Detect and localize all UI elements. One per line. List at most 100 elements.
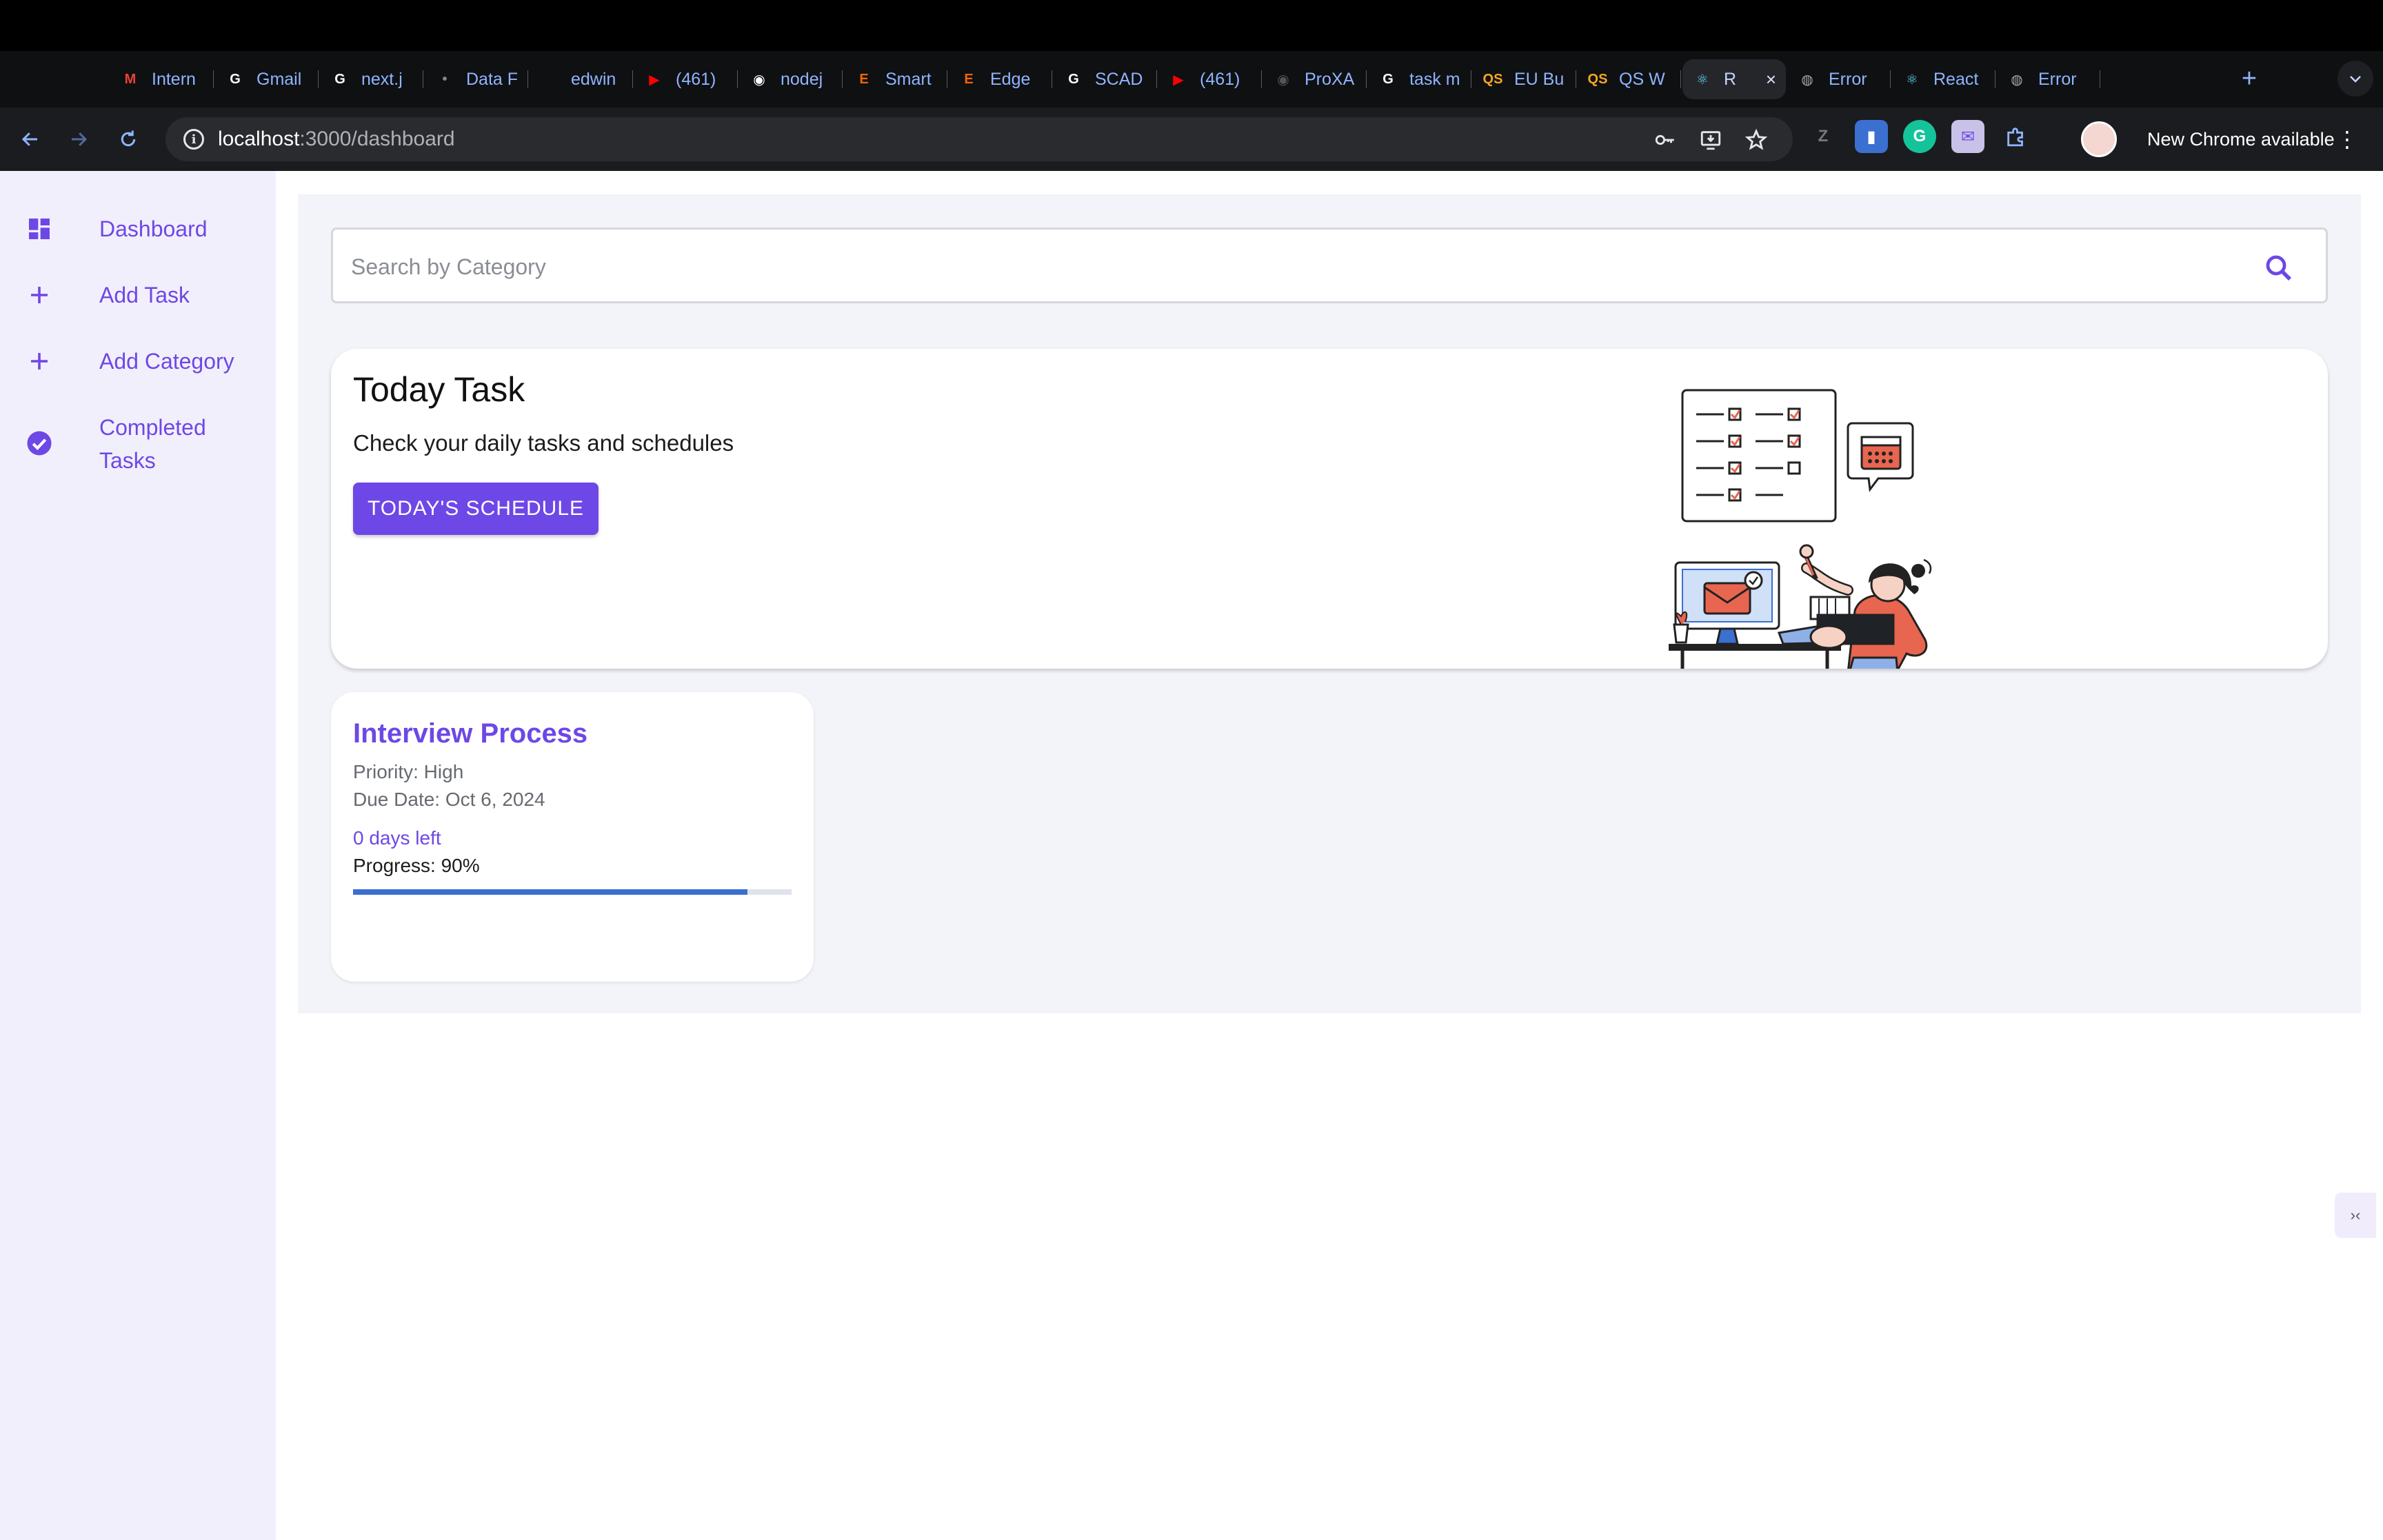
- task-days-left: 0 days left: [353, 827, 441, 849]
- close-icon[interactable]: ×: [1766, 69, 1776, 90]
- browser-tab[interactable]: G SCAD: [1054, 59, 1157, 99]
- zotero-extension-icon[interactable]: Z: [1807, 120, 1840, 153]
- browser-tab[interactable]: QS EU Bu: [1473, 59, 1576, 99]
- devtools-toggle-icon[interactable]: ›‹: [2335, 1193, 2376, 1238]
- grammarly-extension-icon[interactable]: G: [1903, 120, 1936, 153]
- forward-button[interactable]: [61, 121, 97, 157]
- browser-tab-label: Gmail: [257, 69, 302, 89]
- search-icon[interactable]: [2262, 252, 2295, 285]
- update-label: New Chrome available: [2147, 128, 2335, 150]
- sidebar: Dashboard Add Task Add Category Complete…: [0, 171, 276, 1540]
- password-key-icon[interactable]: [1649, 124, 1681, 156]
- new-tab-button[interactable]: +: [2231, 61, 2267, 97]
- browser-tab[interactable]: Gtask m: [1368, 59, 1471, 99]
- task-priority: Priority: High: [353, 761, 464, 782]
- tab-separator: [632, 70, 633, 88]
- qs-icon: QS: [1482, 71, 1503, 87]
- back-button[interactable]: [12, 121, 48, 157]
- browser-tab[interactable]: ◉ nodej: [739, 59, 843, 99]
- browser-tab-label: Intern: [152, 69, 196, 89]
- tab-strip: M Intern G Gmail Gnext.j • Data F edwin ▶ (461) ◉ n…: [0, 51, 2383, 108]
- chrome-update-button[interactable]: New Chrome available ⋮: [2131, 117, 2372, 161]
- tab-search-button[interactable]: [2337, 61, 2373, 97]
- arrow-right-icon: [72, 132, 88, 146]
- url-path: :3000/dashboard: [299, 128, 455, 150]
- tab-separator: [842, 70, 843, 88]
- sidebar-item-label: Dashboard: [99, 216, 208, 241]
- browser-tab[interactable]: Gnext.j: [320, 59, 423, 99]
- github-icon: ◉: [1277, 72, 1289, 88]
- more-menu-icon[interactable]: ⋮: [2336, 126, 2358, 152]
- browser-tab[interactable]: ⚛ React: [1892, 59, 1995, 99]
- browser-tab[interactable]: ▶ (461): [634, 59, 738, 99]
- tab-separator: [318, 70, 319, 88]
- browser-tab[interactable]: G Gmail: [215, 59, 319, 99]
- extensions-row: Z ▮ G ✉: [1807, 120, 2033, 153]
- profile-avatar[interactable]: [2081, 121, 2117, 157]
- browser-tab-label: Smart: [885, 69, 932, 89]
- browser-tab[interactable]: E Smart: [844, 59, 947, 99]
- site-info-icon[interactable]: i: [183, 129, 204, 150]
- reader-extension-icon[interactable]: ▮: [1855, 120, 1888, 153]
- react-icon: ⚛: [1696, 72, 1709, 88]
- dashboard-icon: [25, 214, 54, 243]
- browser-tab-label: Edge: [990, 69, 1031, 89]
- browser-tab-label: task m: [1409, 69, 1460, 89]
- task-due-date: Due Date: Oct 6, 2024: [353, 789, 545, 810]
- install-app-icon[interactable]: [1695, 124, 1727, 156]
- puzzle-extensions-icon[interactable]: [2000, 120, 2033, 153]
- browser-tab[interactable]: ⚛ R ×: [1682, 59, 1786, 99]
- browser-tab[interactable]: ◍ Error: [1997, 59, 2100, 99]
- youtube-icon: ▶: [649, 72, 660, 88]
- search-input[interactable]: [350, 245, 2255, 289]
- window-title-bar: [0, 0, 2383, 51]
- address-bar[interactable]: i localhost:3000/dashboard: [165, 117, 1793, 161]
- browser-tab-label: nodej: [781, 69, 823, 89]
- browser-tab[interactable]: E Edge: [949, 59, 1052, 99]
- etsy-icon: E: [964, 71, 974, 87]
- tab-separator: [737, 70, 738, 88]
- sidebar-item-label: Completed Tasks: [99, 415, 206, 473]
- browser-tab[interactable]: • Data F: [425, 59, 528, 99]
- browser-tab[interactable]: M Intern: [110, 59, 214, 99]
- globe-icon: ◍: [2011, 72, 2023, 88]
- reload-icon: [121, 130, 136, 147]
- todays-schedule-button[interactable]: TODAY'S SCHEDULE: [353, 483, 599, 535]
- task-title[interactable]: Interview Process: [353, 718, 587, 749]
- bookmark-star-icon[interactable]: [1740, 124, 1772, 156]
- task-card[interactable]: Interview Process Priority: High Due Dat…: [331, 692, 814, 982]
- reload-button[interactable]: [110, 121, 146, 157]
- browser-tab-label: QS W: [1619, 69, 1665, 89]
- qs-icon: QS: [1587, 71, 1608, 87]
- tab-separator: [1890, 70, 1891, 88]
- mail-extension-icon[interactable]: ✉: [1951, 120, 1984, 153]
- card-subtitle: Check your daily tasks and schedules: [353, 430, 734, 456]
- url-host: localhost: [218, 128, 300, 150]
- tab-separator: [1261, 70, 1262, 88]
- search-box: [331, 227, 2328, 303]
- browser-tab[interactable]: ◉ ProXA: [1263, 59, 1367, 99]
- google-icon: G: [334, 71, 345, 87]
- browser-tab[interactable]: ◍ Error: [1787, 59, 1891, 99]
- plus-icon: [25, 281, 54, 310]
- browser-tab-label: SCAD: [1095, 69, 1143, 89]
- check-circle-icon: [25, 429, 54, 458]
- task-progress-label: Progress: 90%: [353, 855, 480, 876]
- gmail-icon: M: [124, 71, 137, 87]
- google-icon: G: [1382, 71, 1394, 87]
- task-checklist-illustration: [1669, 389, 1932, 669]
- tab-separator: [213, 70, 214, 88]
- plus-icon: [25, 347, 54, 376]
- sidebar-item-label: Add Category: [99, 349, 234, 374]
- page-icon: [539, 69, 560, 90]
- browser-tab-label: (461): [676, 69, 716, 89]
- browser-tab-label: Error: [2038, 69, 2077, 89]
- etsy-icon: E: [859, 71, 869, 87]
- browser-tab[interactable]: edwin: [530, 59, 633, 99]
- browser-tab-label: (461): [1200, 69, 1240, 89]
- browser-tab[interactable]: ▶ (461): [1158, 59, 1262, 99]
- tab-separator: [1680, 70, 1681, 88]
- browser-tab[interactable]: QS QS W: [1578, 59, 1681, 99]
- dashboard-main: Today Task Check your daily tasks and sc…: [298, 194, 2361, 1013]
- youtube-icon: ▶: [1173, 72, 1184, 88]
